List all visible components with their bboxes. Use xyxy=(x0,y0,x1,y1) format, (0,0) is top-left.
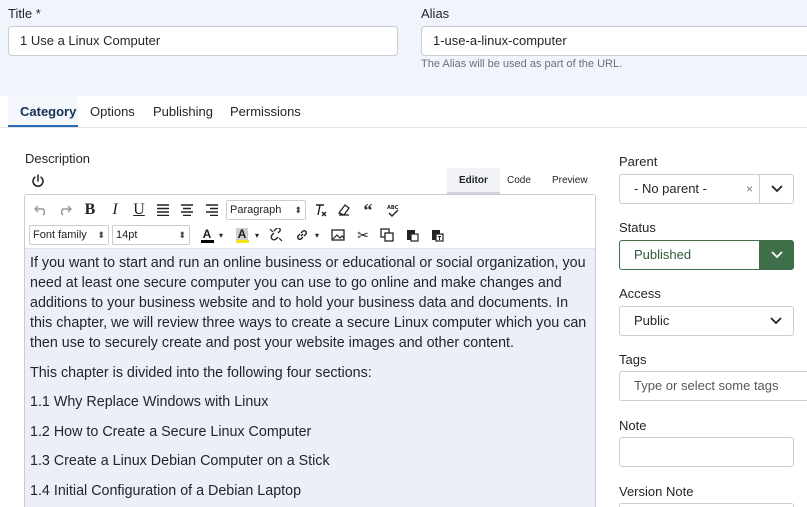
chevron-down-icon[interactable]: ▾ xyxy=(312,225,322,245)
alias-label: Alias xyxy=(421,6,450,21)
editor-mode-editor[interactable]: Editor xyxy=(447,168,500,194)
font-size-select-value: 14pt xyxy=(116,229,138,241)
alias-input[interactable]: 1-use-a-linux-computer xyxy=(421,26,807,56)
editor-mode-code[interactable]: Code xyxy=(495,168,543,194)
tab-options[interactable]: Options xyxy=(78,96,147,127)
spinner-icon: ⬍ xyxy=(97,230,105,240)
note-label: Note xyxy=(619,418,647,433)
content-paragraph: 1.3 Create a Linux Debian Computer on a … xyxy=(30,453,330,470)
image-icon[interactable] xyxy=(328,225,348,245)
link-icon[interactable] xyxy=(292,225,312,245)
tags-placeholder: Type or select some tags xyxy=(634,378,779,393)
italic-icon[interactable]: I xyxy=(105,200,125,220)
parent-label: Parent xyxy=(619,154,658,169)
clear-formatting-icon[interactable] xyxy=(310,200,330,220)
eraser-icon[interactable] xyxy=(334,200,354,220)
align-center-icon[interactable] xyxy=(177,200,197,220)
align-justify-icon[interactable] xyxy=(153,200,173,220)
title-label: Title * xyxy=(8,6,41,21)
description-label: Description xyxy=(25,151,91,166)
blockquote-icon[interactable]: “ xyxy=(358,200,378,220)
chevron-down-icon[interactable]: ▾ xyxy=(216,225,226,245)
content-paragraph: If you want to start and run an online b… xyxy=(30,255,587,351)
format-select-value: Paragraph xyxy=(230,204,282,216)
content-paragraph: 1.2 How to Create a Secure Linux Compute… xyxy=(30,423,312,440)
editor-mode-preview[interactable]: Preview xyxy=(540,168,600,194)
text-color-icon[interactable]: A xyxy=(197,225,217,245)
tags-label: Tags xyxy=(619,352,647,367)
tab-category[interactable]: Category xyxy=(8,96,78,127)
rich-text-editor: B I U Paragraph ⬍ “ ABC Font family ⬍ 14p xyxy=(24,194,596,507)
status-select-value: Published xyxy=(634,247,692,262)
access-select[interactable]: Public xyxy=(619,306,794,336)
content-paragraph: 1.4 Initial Configuration of a Debian La… xyxy=(30,482,302,499)
tags-input[interactable]: Type or select some tags xyxy=(619,371,807,401)
tab-permissions[interactable]: Permissions xyxy=(218,96,313,127)
underline-icon[interactable]: U xyxy=(129,200,149,220)
clear-icon[interactable]: × xyxy=(746,175,753,203)
highlight-color-icon[interactable]: A xyxy=(232,225,252,245)
paste-icon[interactable] xyxy=(402,225,422,245)
editor-content[interactable]: If you want to start and run an online b… xyxy=(25,249,595,507)
spellcheck-icon[interactable]: ABC xyxy=(383,200,403,220)
version-note-label: Version Note xyxy=(619,484,694,499)
status-label: Status xyxy=(619,220,656,235)
tab-bar: Category Options Publishing Permissions xyxy=(0,96,807,128)
access-label: Access xyxy=(619,286,661,301)
parent-select-value: - No parent - xyxy=(634,181,707,196)
format-select[interactable]: Paragraph ⬍ xyxy=(226,200,306,220)
font-family-select-value: Font family xyxy=(33,229,87,241)
tab-publishing[interactable]: Publishing xyxy=(141,96,225,127)
spinner-icon: ⬍ xyxy=(294,205,302,215)
font-size-select[interactable]: 14pt ⬍ xyxy=(112,225,190,245)
version-note-input[interactable] xyxy=(619,503,794,507)
cut-icon[interactable]: ✂ xyxy=(353,225,373,245)
font-family-select[interactable]: Font family ⬍ xyxy=(29,225,109,245)
title-input[interactable]: 1 Use a Linux Computer xyxy=(8,26,398,56)
parent-select[interactable]: - No parent - × xyxy=(619,174,794,204)
note-input[interactable] xyxy=(619,437,794,467)
alias-hint: The Alias will be used as part of the UR… xyxy=(421,58,623,70)
chevron-down-icon xyxy=(759,307,793,335)
chevron-down-icon xyxy=(759,175,793,203)
unlink-icon[interactable] xyxy=(266,225,286,245)
undo-icon[interactable] xyxy=(31,200,51,220)
content-paragraph: 1.1 Why Replace Windows with Linux xyxy=(30,394,269,411)
content-paragraph: This chapter is divided into the followi… xyxy=(30,364,372,381)
spinner-icon: ⬍ xyxy=(178,230,186,240)
copy-icon[interactable] xyxy=(377,225,397,245)
align-right-icon[interactable] xyxy=(202,200,222,220)
status-select[interactable]: Published xyxy=(619,240,794,270)
access-select-value: Public xyxy=(634,313,670,328)
chevron-down-icon[interactable]: ▾ xyxy=(252,225,262,245)
paste-text-icon[interactable] xyxy=(427,225,447,245)
redo-icon[interactable] xyxy=(55,200,75,220)
bold-icon[interactable]: B xyxy=(80,200,100,220)
editor-toolbar: B I U Paragraph ⬍ “ ABC Font family ⬍ 14p xyxy=(25,195,595,249)
chevron-down-icon xyxy=(759,241,793,269)
power-toggle-icon[interactable] xyxy=(31,174,45,188)
